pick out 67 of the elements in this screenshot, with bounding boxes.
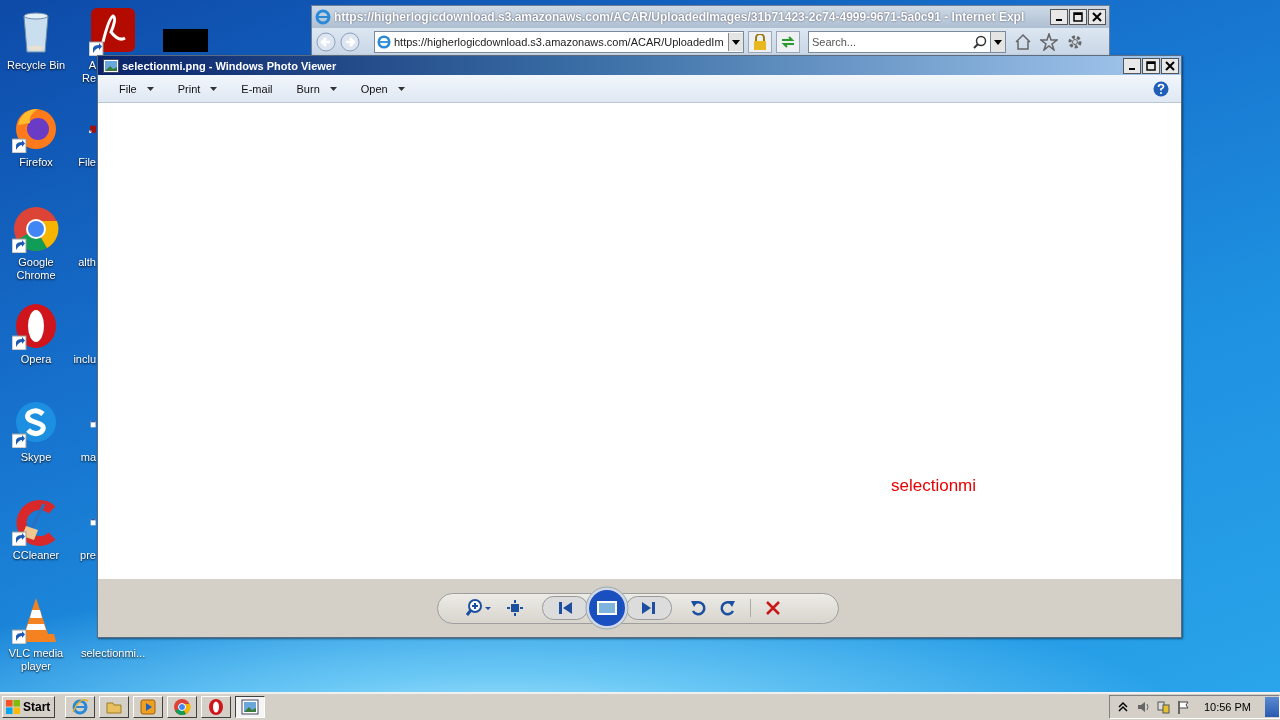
icon-label[interactable]: inclu <box>73 353 96 366</box>
icon-label[interactable]: alth <box>78 256 96 269</box>
icon-label[interactable]: Opera <box>4 353 68 366</box>
taskbar-button[interactable] <box>235 696 266 718</box>
ie-icon <box>71 698 90 716</box>
ie-logo-icon <box>377 35 391 49</box>
icon-label[interactable]: pre <box>80 549 96 562</box>
menu-item[interactable]: E-mail <box>234 80 280 97</box>
icon-label[interactable]: File <box>78 156 96 169</box>
start-button[interactable]: Start <box>2 696 56 718</box>
icon-label[interactable]: A Re <box>81 59 96 85</box>
image-text: selectionmi <box>891 476 977 496</box>
icon-label[interactable]: ma <box>80 451 96 464</box>
icon-label[interactable]: Google Chrome <box>4 256 68 282</box>
flag-icon[interactable] <box>1175 699 1190 715</box>
minimize-icon <box>1056 19 1062 21</box>
previous-button[interactable] <box>541 596 588 620</box>
ie-logo-icon <box>315 9 331 25</box>
delete-icon[interactable] <box>764 600 781 616</box>
search-icon[interactable] <box>970 31 990 53</box>
icon-label[interactable]: Skype <box>4 451 68 464</box>
photo-viewer-icon <box>103 58 119 73</box>
settings-icon[interactable] <box>1066 33 1084 51</box>
fit-to-window-icon[interactable] <box>505 600 524 616</box>
maximize-icon <box>1146 60 1156 71</box>
refresh-icon[interactable] <box>776 31 800 53</box>
minimize-button[interactable] <box>1123 57 1141 74</box>
photo-viewer-icon <box>241 698 260 716</box>
chrome-icon[interactable] <box>12 205 60 253</box>
maximize-icon <box>1073 12 1083 22</box>
menu-item[interactable]: Print <box>170 80 225 97</box>
close-button[interactable] <box>1088 9 1106 25</box>
speaker-icon[interactable] <box>1135 699 1150 715</box>
next-button[interactable] <box>625 596 672 620</box>
menu-item[interactable]: Open <box>353 80 412 97</box>
maximize-button[interactable] <box>1142 57 1160 74</box>
minimize-button[interactable] <box>1050 9 1068 25</box>
menu-item[interactable]: File <box>112 80 161 97</box>
icon-label[interactable]: Recycle Bin <box>4 59 68 72</box>
icon-label[interactable]: CCleaner <box>4 549 68 562</box>
windows-logo-icon <box>5 699 21 715</box>
icon-label[interactable]: Firefox <box>4 156 68 169</box>
zoom-icon[interactable] <box>465 599 492 617</box>
home-icon[interactable] <box>1014 33 1032 51</box>
minimize-icon <box>1129 67 1135 70</box>
maximize-button[interactable] <box>1069 9 1087 25</box>
help-icon[interactable] <box>1153 80 1169 97</box>
network-icon[interactable] <box>1155 699 1170 715</box>
menu-item[interactable]: Burn <box>289 80 344 97</box>
window-title: selectionmi.png - Windows Photo Viewer <box>122 59 338 72</box>
lock-icon[interactable] <box>748 31 772 53</box>
close-icon <box>1092 12 1102 22</box>
image-thumbnail-icon[interactable] <box>163 29 208 52</box>
opera-icon <box>207 698 226 716</box>
star-icon[interactable] <box>1040 33 1058 51</box>
window-title: https://higherlogicdownload.s3.amazonaws.com/ACAR/UploadedImages/31b71423-2c74-4999-9671-5a0c91 - Internet Expl <box>334 10 1026 24</box>
clock-time[interactable]: 10:56 PM <box>1203 701 1251 713</box>
rotate-right-icon[interactable] <box>719 599 736 617</box>
close-icon <box>1165 60 1175 71</box>
media-player-icon <box>139 698 158 716</box>
chrome-icon <box>173 698 192 716</box>
rotate-left-icon[interactable] <box>689 599 706 617</box>
close-button[interactable] <box>1161 57 1179 74</box>
address-field[interactable]: https://higherlogicdownload.s3.amazonaws.com/ACAR/UploadedIm <box>374 31 744 53</box>
slideshow-button[interactable] <box>584 586 629 630</box>
search-field[interactable]: Search... <box>808 31 970 53</box>
acrobat-icon[interactable] <box>89 8 137 56</box>
